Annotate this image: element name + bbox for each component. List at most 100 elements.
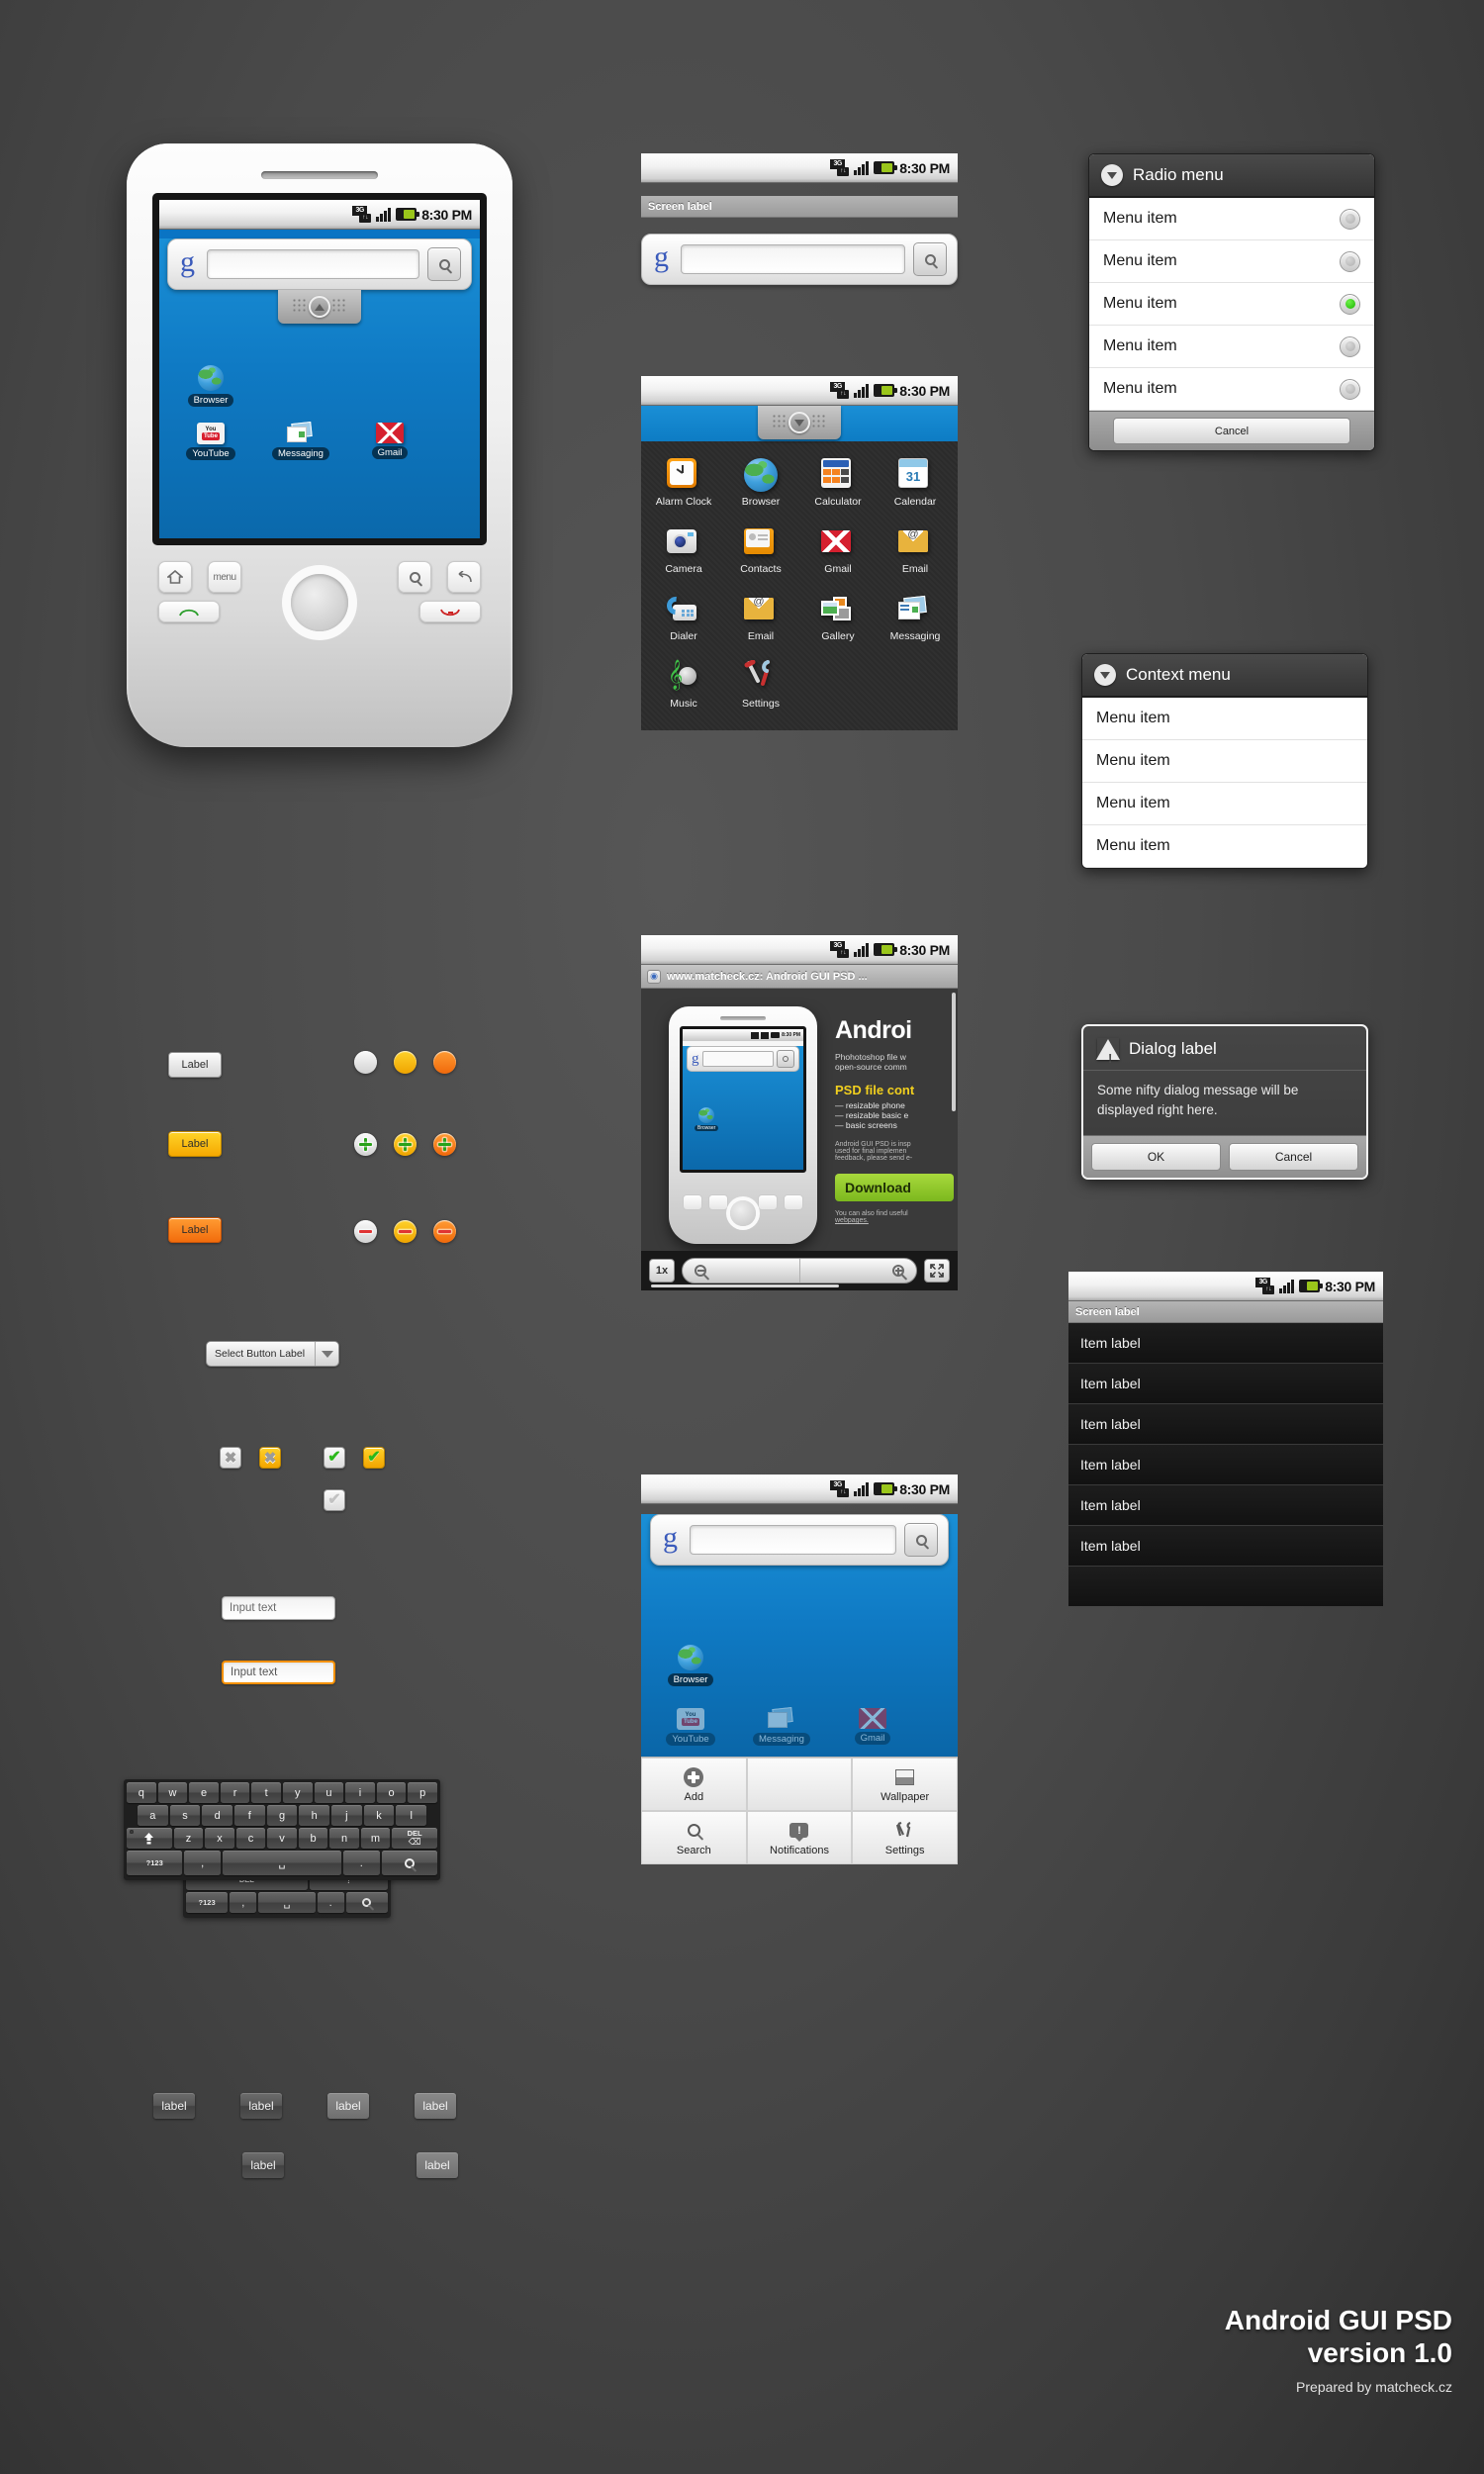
key-label-led-on[interactable]: label — [242, 2152, 284, 2178]
search-button-hw[interactable] — [398, 561, 431, 593]
key-y[interactable]: y — [283, 1782, 313, 1803]
checkbox-check-yellow[interactable]: ✔ — [363, 1447, 385, 1469]
search-input[interactable] — [681, 244, 905, 274]
key[interactable]: m — [360, 1828, 391, 1849]
key-shift[interactable] — [127, 1828, 172, 1849]
search-input[interactable] — [690, 1525, 896, 1555]
radio-menu-item[interactable]: Menu item — [1089, 198, 1374, 240]
circle-button-yellow[interactable] — [394, 1051, 417, 1074]
zoom-level-button[interactable]: 1x — [649, 1259, 675, 1283]
radio-menu-item[interactable]: Menu item — [1089, 240, 1374, 283]
key-label-led-off[interactable]: label — [240, 2093, 282, 2119]
key-k[interactable]: k — [363, 1805, 395, 1826]
remove-button-orange[interactable] — [433, 1220, 456, 1243]
key-r[interactable]: r — [220, 1782, 250, 1803]
homescreen-app-gmail[interactable]: Gmail — [360, 423, 419, 459]
app-calendar[interactable]: 31 Calendar — [877, 449, 954, 517]
context-menu-item[interactable]: Menu item — [1082, 783, 1367, 825]
key-d[interactable]: d — [202, 1805, 232, 1826]
radio-menu-item[interactable]: Menu item — [1089, 326, 1374, 368]
app-email[interactable]: @ Email — [722, 584, 799, 651]
key[interactable]: x — [205, 1828, 234, 1849]
horizontal-scrollbar[interactable] — [651, 1285, 839, 1287]
key-period[interactable]: . — [343, 1851, 380, 1875]
label-button-orange[interactable]: Label — [168, 1217, 222, 1243]
home-menu-notifications[interactable]: ! Notifications — [746, 1811, 853, 1864]
app-gmail[interactable]: Gmail — [799, 517, 877, 584]
home-menu-empty[interactable] — [746, 1758, 853, 1811]
label-button-white[interactable]: Label — [168, 1052, 222, 1078]
add-button-orange[interactable] — [433, 1133, 456, 1156]
google-search-widget[interactable]: g — [641, 234, 958, 285]
select-button[interactable]: Select Button Label — [206, 1341, 339, 1367]
app-email[interactable]: @ Email — [877, 517, 954, 584]
remove-button-yellow[interactable] — [394, 1220, 417, 1243]
menu-button[interactable]: menu — [208, 561, 241, 593]
browser-url-bar[interactable]: ◉ www.matcheck.cz: Android GUI PSD ... — [641, 965, 958, 989]
radio-button[interactable] — [1340, 250, 1360, 272]
key-label-plain[interactable]: label — [153, 2093, 195, 2119]
key-symbols[interactable]: ?123 — [127, 1851, 183, 1875]
key-u[interactable]: u — [314, 1782, 344, 1803]
key-space[interactable]: ␣ — [222, 1851, 342, 1875]
app-settings[interactable]: Settings — [722, 651, 799, 718]
label-button-yellow[interactable]: Label — [168, 1131, 222, 1157]
circle-button-white[interactable] — [354, 1051, 377, 1074]
browser-viewport[interactable]: 8:30 PM g Browser Androi Phohotoshop fil… — [641, 989, 958, 1251]
app-camera[interactable]: Camera — [645, 517, 722, 584]
trackball[interactable] — [291, 574, 348, 631]
remove-button-white[interactable] — [354, 1220, 377, 1243]
checkbox-x-white[interactable]: ✖ — [220, 1447, 241, 1469]
zoom-out-button[interactable] — [683, 1259, 800, 1283]
key[interactable]: v — [267, 1828, 297, 1849]
search-input[interactable] — [207, 249, 419, 279]
home-menu-wallpaper[interactable]: Wallpaper — [852, 1758, 958, 1811]
search-button[interactable] — [904, 1523, 938, 1557]
app-gallery[interactable]: Gallery — [799, 584, 877, 651]
page-scrollbar[interactable] — [952, 993, 956, 1111]
list-item[interactable]: Item label — [1068, 1526, 1383, 1567]
key-w[interactable]: w — [157, 1782, 188, 1803]
key-e[interactable]: e — [189, 1782, 219, 1803]
list-item[interactable]: Item label — [1068, 1364, 1383, 1404]
cancel-button[interactable]: Cancel — [1113, 418, 1350, 444]
key-l[interactable]: l — [396, 1805, 427, 1826]
fullscreen-button[interactable] — [924, 1259, 950, 1283]
homescreen-app-youtube[interactable]: You Tube YouTube — [661, 1708, 720, 1746]
key-h[interactable]: h — [299, 1805, 330, 1826]
search-button[interactable] — [427, 247, 461, 281]
app-drawer-handle[interactable] — [758, 406, 841, 439]
context-menu-item[interactable]: Menu item — [1082, 740, 1367, 783]
home-menu-settings[interactable]: Settings — [852, 1811, 958, 1864]
key-period[interactable]: . — [317, 1892, 344, 1913]
radio-button[interactable] — [1340, 335, 1360, 357]
download-button[interactable]: Download — [835, 1174, 954, 1201]
back-button[interactable] — [447, 561, 481, 593]
homescreen-app-youtube[interactable]: You Tube YouTube — [181, 423, 240, 460]
text-input[interactable]: Input text — [222, 1596, 335, 1620]
zoom-in-button[interactable] — [800, 1259, 917, 1283]
homescreen-app-messaging[interactable]: Messaging — [271, 421, 330, 460]
checkbox-check-white[interactable]: ✔ — [324, 1447, 345, 1469]
key-search[interactable] — [345, 1892, 388, 1913]
list-item[interactable]: Item label — [1068, 1485, 1383, 1526]
checkbox-x-yellow[interactable]: ✖ — [259, 1447, 281, 1469]
key-o[interactable]: o — [376, 1782, 407, 1803]
key-t[interactable]: t — [251, 1782, 281, 1803]
home-menu-add[interactable]: Add — [641, 1758, 747, 1811]
radio-button[interactable] — [1340, 208, 1360, 230]
cancel-button[interactable]: Cancel — [1229, 1143, 1358, 1172]
call-button[interactable] — [158, 601, 220, 622]
google-search-widget[interactable]: g — [167, 238, 472, 290]
key-search[interactable] — [381, 1851, 437, 1875]
homescreen-app-gmail[interactable]: Gmail — [843, 1708, 902, 1745]
key-g[interactable]: g — [266, 1805, 298, 1826]
key-p[interactable]: p — [408, 1782, 437, 1803]
key[interactable]: c — [235, 1828, 266, 1849]
home-button[interactable] — [158, 561, 192, 593]
homescreen-app-messaging[interactable]: Messaging — [752, 1706, 811, 1746]
key-f[interactable]: f — [234, 1805, 265, 1826]
key-label-led-off-2[interactable]: label — [415, 2093, 456, 2119]
search-button[interactable] — [913, 242, 947, 276]
key-comma[interactable]: , — [230, 1892, 257, 1913]
